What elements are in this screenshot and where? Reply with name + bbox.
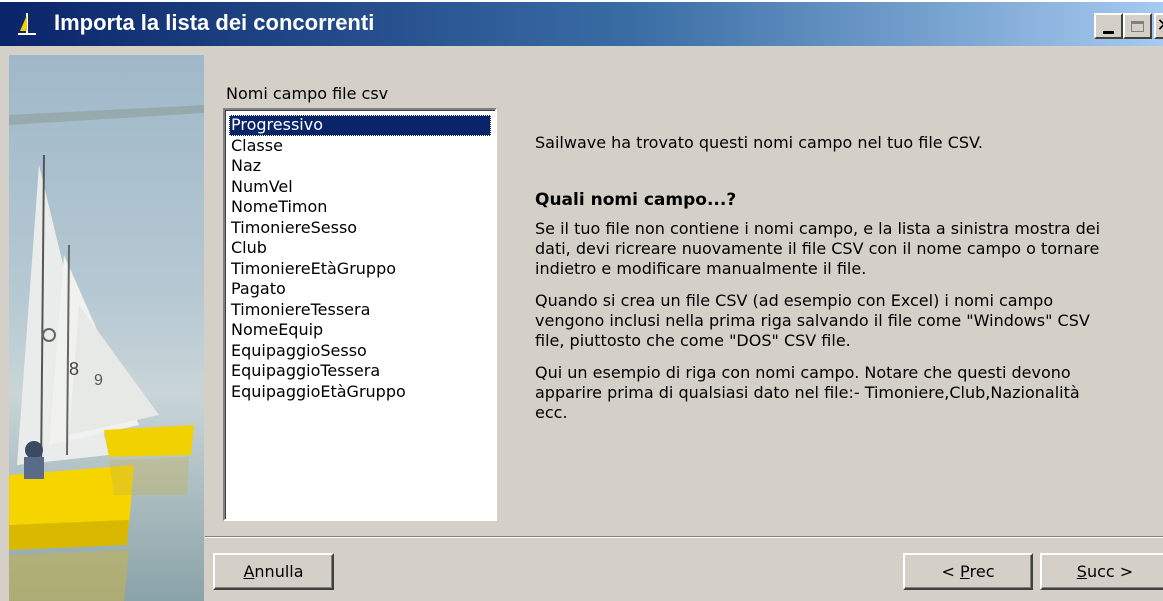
list-item[interactable]: Naz (229, 156, 491, 177)
section-heading: Quali nomi campo...? (535, 190, 737, 210)
list-item[interactable]: Classe (229, 136, 491, 157)
list-caption: Nomi campo file csv (226, 84, 389, 103)
help-paragraph-3: Qui un esempio di riga con nomi campo. N… (535, 363, 1080, 422)
list-item[interactable]: NomeEquip (229, 320, 491, 341)
info-panel: Sailwave ha trovato questi nomi campo ne… (535, 133, 1115, 423)
close-button[interactable]: ✕ (1154, 13, 1163, 39)
svg-text:8: 8 (69, 359, 79, 379)
prev-label: rec (969, 562, 995, 581)
minimize-button[interactable] (1094, 13, 1123, 39)
prev-button[interactable]: < Prec (903, 553, 1033, 590)
title-bar[interactable]: Importa la lista dei concorrenti ✕ (0, 0, 1163, 46)
intro-text: Sailwave ha trovato questi nomi campo ne… (535, 133, 983, 152)
cancel-button[interactable]: Annulla (213, 553, 334, 590)
sailing-photo: 8 9 (9, 55, 204, 601)
list-item[interactable]: NumVel (229, 177, 491, 198)
close-icon: ✕ (1156, 17, 1163, 35)
cancel-label: nnulla (254, 562, 304, 581)
separator-line (205, 536, 1163, 538)
help-paragraph-2: Quando si crea un file CSV (ad esempio c… (535, 291, 1090, 350)
next-hotkey: S (1076, 562, 1087, 581)
window-title: Importa la lista dei concorrenti (54, 10, 375, 35)
list-item[interactable]: NomeTimon (229, 197, 491, 218)
list-item[interactable]: Club (229, 238, 491, 259)
field-names-list: Progressivo Classe Naz NumVel NomeTimon Timon… (229, 115, 491, 402)
cancel-hotkey: A (243, 562, 255, 581)
sailboat-app-icon (18, 13, 36, 35)
maximize-button[interactable] (1123, 13, 1152, 39)
list-item[interactable]: EquipaggioTessera (229, 361, 491, 382)
prev-prefix: < (941, 562, 960, 581)
svg-text:9: 9 (94, 372, 103, 389)
list-item[interactable]: EquipaggioEtàGruppo (229, 382, 491, 403)
list-item[interactable]: TimoniereSesso (229, 218, 491, 239)
list-item[interactable]: TimoniereEtàGruppo (229, 259, 491, 280)
field-names-listbox[interactable]: Progressivo Classe Naz NumVel NomeTimon Timon… (223, 108, 497, 521)
minimize-icon (1103, 30, 1114, 34)
next-button[interactable]: Succ > (1040, 553, 1163, 590)
next-label: ucc > (1086, 562, 1134, 581)
maximize-icon (1131, 20, 1144, 32)
list-item[interactable]: TimoniereTessera (229, 300, 491, 321)
list-item[interactable]: Progressivo (229, 115, 491, 136)
list-item[interactable]: Pagato (229, 279, 491, 300)
list-item[interactable]: EquipaggioSesso (229, 341, 491, 362)
help-paragraph-1: Se il tuo file non contiene i nomi campo… (535, 219, 1101, 278)
prev-hotkey: P (959, 562, 970, 581)
